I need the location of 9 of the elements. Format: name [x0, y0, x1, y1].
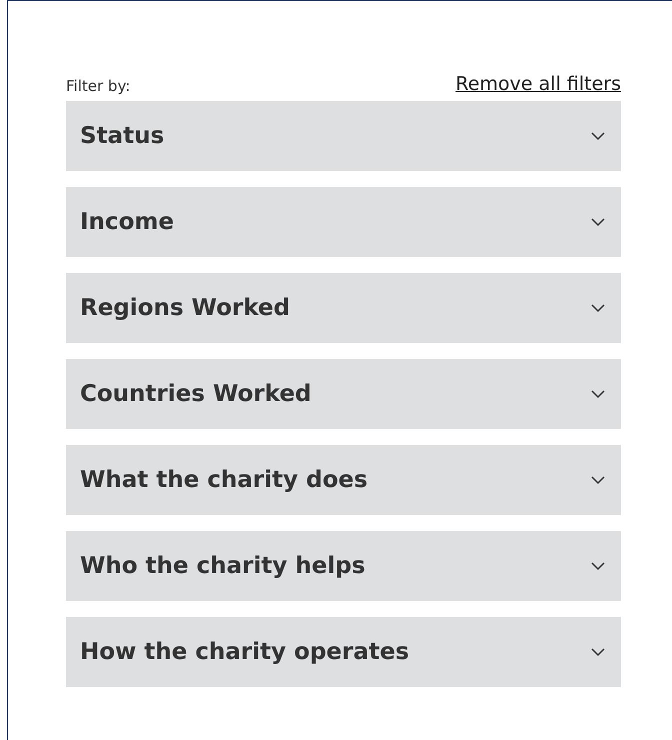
filter-accordion[interactable]: Income: [66, 187, 621, 257]
filter-accordion[interactable]: Regions Worked: [66, 273, 621, 343]
remove-filters-link[interactable]: Remove all filters: [456, 73, 621, 95]
filter-accordion[interactable]: Countries Worked: [66, 359, 621, 429]
filter-accordion[interactable]: Who the charity helps: [66, 531, 621, 601]
filter-accordion[interactable]: Status: [66, 101, 621, 171]
filter-accordion[interactable]: What the charity does: [66, 445, 621, 515]
filter-label: Filter by:: [66, 77, 130, 95]
filter-accordion[interactable]: How the charity operates: [66, 617, 621, 687]
